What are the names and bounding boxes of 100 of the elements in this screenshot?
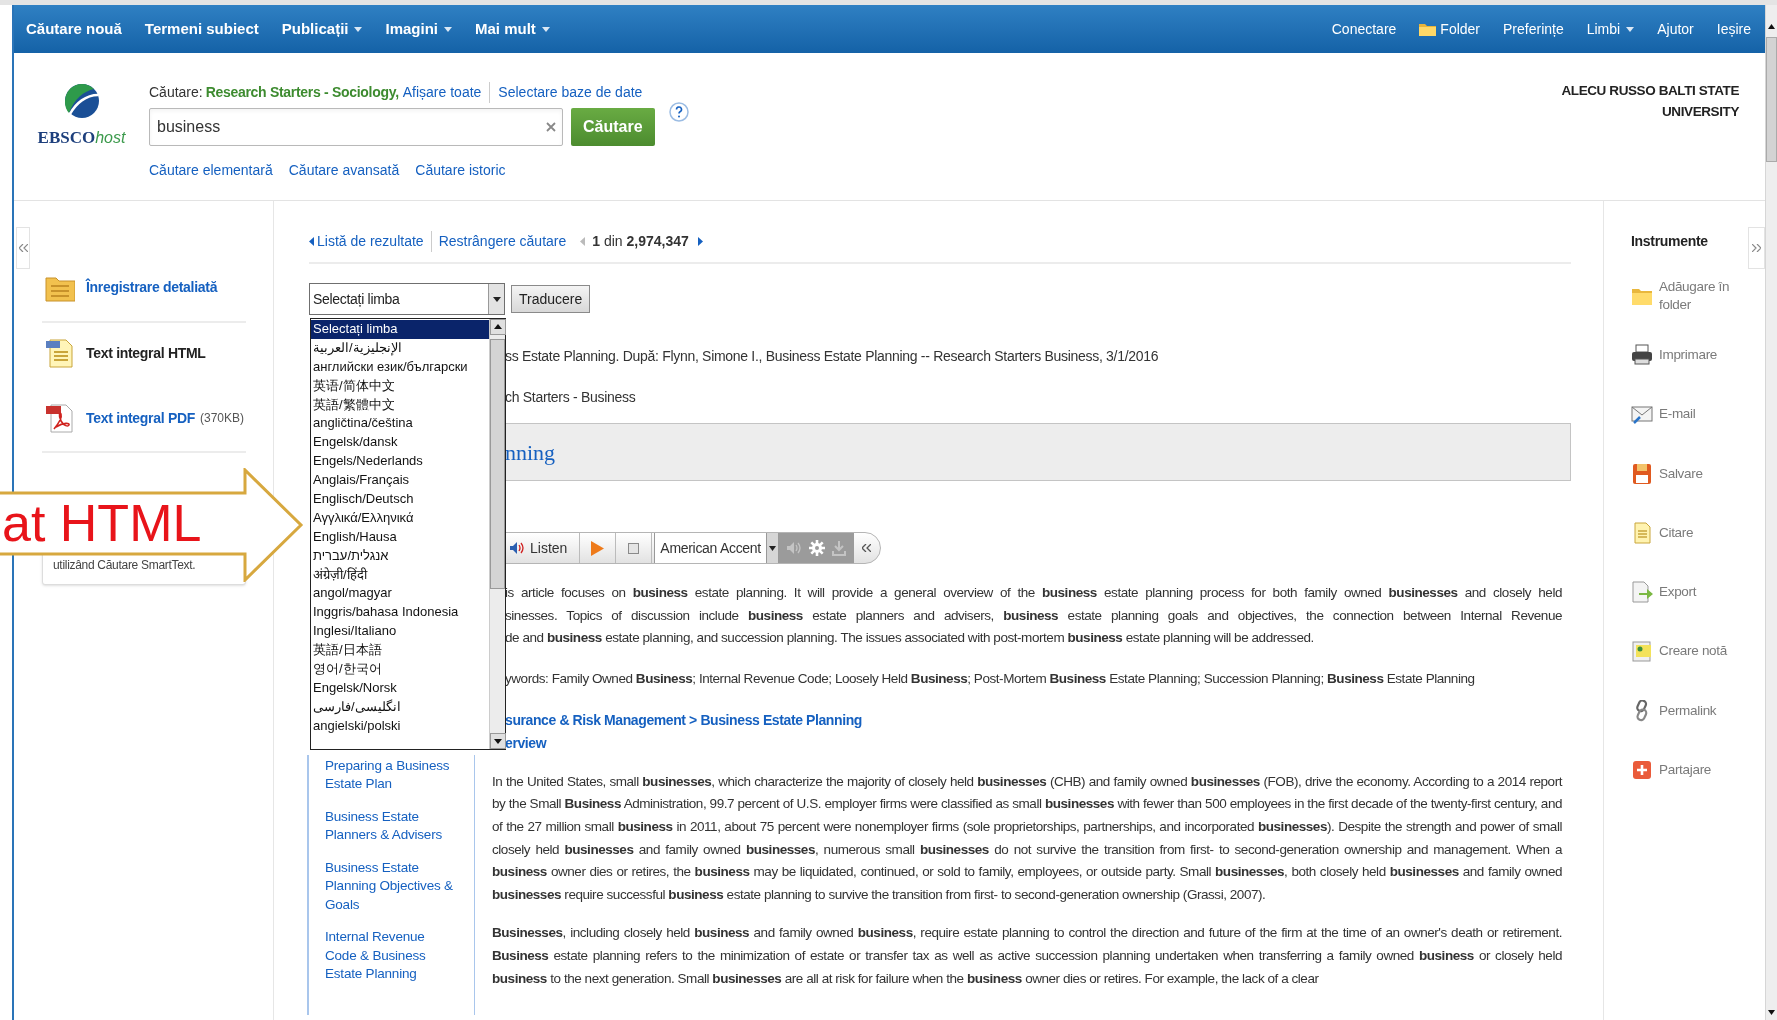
nav-menu-item[interactable]: Imagini [385, 17, 452, 41]
scroll-thumb[interactable] [1766, 37, 1777, 162]
language-option[interactable]: انگلیسی/فارسی [311, 697, 489, 717]
section-link[interactable]: erview [505, 731, 547, 755]
format-link[interactable]: Text integral HTML [86, 342, 206, 364]
refine-search-link[interactable]: Restrângere căutare [431, 231, 567, 252]
subject-link[interactable]: surance & Risk Management > Business Estate Planning [505, 708, 862, 732]
folder-icon [1419, 22, 1437, 36]
contents-link[interactable]: Business Estate Planning Objectives & Goals [325, 858, 453, 915]
show-all-link[interactable]: Afișare toate [402, 81, 491, 103]
html-document-icon [45, 337, 75, 369]
abstract-line: sinesses. Topics of discussion include business estate planners and advisers, business estate planning goals and objectives, the connection between Internal Revenue [505, 606, 1562, 625]
language-option[interactable]: английски език/български [311, 357, 489, 377]
contents-link[interactable]: Preparing a Business Estate Plan [325, 756, 453, 794]
language-option[interactable]: 英语/简体中文 [311, 376, 489, 396]
search-button[interactable]: Căutare [571, 108, 655, 146]
nav-link[interactable]: Preferințe [1503, 18, 1564, 40]
tool-link[interactable]: Partajare [1631, 740, 1765, 800]
accent-select[interactable]: American Accent [654, 533, 779, 563]
language-option[interactable]: angličtina/čeština [311, 414, 489, 434]
download-button[interactable] [831, 540, 846, 556]
nav-menu-item[interactable]: Căutare nouă [26, 17, 122, 41]
note-icon [1631, 640, 1653, 663]
language-option[interactable]: Inggris/bahasa Indonesia [311, 603, 489, 623]
language-option[interactable]: Αγγλικά/Ελληνικά [311, 508, 489, 528]
help-icon[interactable] [668, 102, 689, 122]
contents-link[interactable]: Internal Revenue Code & Business Estate Planning [325, 928, 453, 984]
nav-menu-item[interactable]: Publicații [281, 17, 363, 41]
translate-button[interactable]: Traducere [511, 285, 591, 313]
language-option[interactable]: English/Hausa [311, 527, 489, 547]
search-mode-link[interactable]: Căutare istoric [415, 160, 506, 181]
tool-link[interactable]: Permalink [1631, 681, 1765, 741]
double-chevron-left-icon [862, 544, 872, 552]
double-chevron-right-icon [1752, 244, 1761, 252]
tool-link[interactable]: Salvare [1631, 443, 1765, 504]
tool-link[interactable]: Adăugare în folder [1631, 266, 1765, 326]
nav-menu-item[interactable]: Termeni subiect [144, 17, 259, 41]
dropdown-arrow-icon [768, 545, 776, 551]
dropdown-scrollbar[interactable] [489, 319, 505, 749]
download-icon [831, 540, 846, 556]
format-link[interactable]: Text integral PDF [86, 407, 195, 429]
language-option[interactable]: 英語/繁體中文 [311, 395, 489, 415]
volume-button[interactable] [786, 541, 802, 555]
language-option[interactable]: Englisch/Deutsch [311, 490, 489, 509]
settings-button[interactable] [808, 540, 825, 556]
double-chevron-left-icon [18, 244, 28, 252]
nav-menu-item[interactable]: Mai mult [475, 17, 550, 41]
citation-text: ss Estate Planning. După: Flynn, Simone I., Business Estate Planning -- Research Starters Business, 3/1/2016 [505, 347, 1159, 365]
search-field[interactable]: business [149, 108, 563, 146]
format-link[interactable]: Înregistrare detaliată [86, 276, 218, 298]
language-option[interactable]: الإنجليزية/العربية [311, 338, 489, 358]
nav-link[interactable]: Conectare [1331, 18, 1397, 40]
logo-text: EBSCOhost [37, 127, 126, 149]
callout-text: at HTML [2, 494, 202, 552]
institution-name: ALECU RUSSO BALTI STATE UNIVERSITY [1560, 82, 1739, 121]
language-option[interactable]: angol/magyar [311, 584, 489, 604]
nav-link[interactable]: Ajutor [1657, 18, 1694, 40]
language-option[interactable]: Selectați limba [311, 320, 489, 339]
language-option[interactable]: Engelsk/dansk [311, 433, 489, 453]
speaker-icon [510, 541, 524, 555]
envelope-icon [1631, 403, 1653, 426]
search-mode-link[interactable]: Căutare avansată [288, 160, 400, 181]
dropdown-arrow-icon [492, 296, 501, 302]
article-title: nning [505, 438, 556, 467]
note-text: utilizând Căutare SmartText. [53, 557, 196, 574]
previous-triangle-icon[interactable] [580, 237, 586, 246]
language-option[interactable]: 英語/日本語 [311, 641, 489, 661]
document-icon [1631, 521, 1653, 544]
language-option[interactable]: अंग्रेज़ी/हिंदी [311, 565, 489, 585]
search-mode-link[interactable]: Căutare elementară [149, 160, 273, 181]
page-scrollbar[interactable] [1765, 5, 1777, 1020]
tools-heading: Instrumente [1631, 232, 1708, 251]
expand-panel-button[interactable] [1748, 227, 1765, 269]
clear-icon[interactable] [546, 122, 556, 132]
back-triangle-icon[interactable] [309, 237, 314, 246]
pdf-document-icon [45, 402, 75, 434]
language-select[interactable]: Selectați limba [309, 283, 505, 315]
language-option[interactable]: Engels/Nederlands [311, 452, 489, 472]
scroll-thumb[interactable] [490, 339, 505, 589]
language-option[interactable]: 영어/한국어 [311, 660, 489, 679]
collapse-panel-button[interactable] [16, 227, 30, 269]
results-list-link[interactable]: Listă de rezultate [317, 231, 432, 252]
nav-link[interactable]: Ieșire [1716, 18, 1751, 40]
tool-link[interactable]: Creare notă [1631, 621, 1765, 682]
language-option[interactable]: Anglais/Français [311, 471, 489, 490]
language-option[interactable]: Engelsk/Norsk [311, 678, 489, 698]
next-triangle-icon[interactable] [697, 237, 703, 246]
select-databases-link[interactable]: Selectare baze de date [490, 81, 643, 103]
tool-link[interactable]: Export [1631, 562, 1765, 622]
nav-link[interactable]: Limbi [1586, 18, 1635, 40]
language-option[interactable]: Inglesi/Italiano [311, 622, 489, 642]
tool-link[interactable]: Imprimare [1631, 325, 1765, 385]
nav-link[interactable]: Folder [1419, 18, 1480, 40]
listen-button[interactable]: Listen [506, 533, 581, 563]
contents-link[interactable]: Business Estate Planners & Advisers [325, 807, 453, 845]
tool-link[interactable]: Citare [1631, 503, 1765, 563]
tool-link[interactable]: E-mail [1631, 384, 1765, 444]
database-name: Research Starters - Sociology, [205, 82, 399, 102]
language-option[interactable]: angielski/polski [311, 716, 489, 736]
language-option[interactable]: אנגלית/עברית [311, 546, 489, 566]
